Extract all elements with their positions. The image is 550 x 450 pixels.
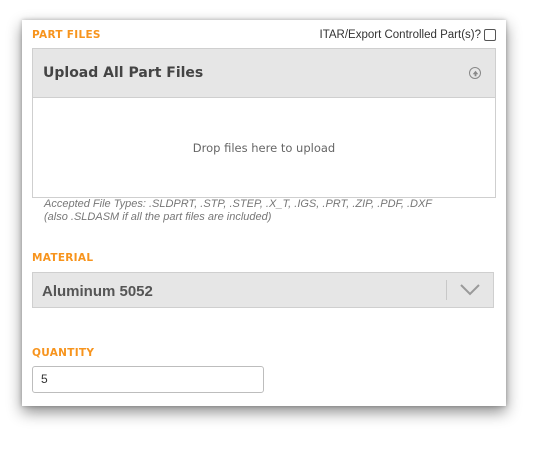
file-dropzone[interactable]: Drop files here to upload: [33, 98, 495, 197]
accepted-file-types: Accepted File Types: .SLDPRT, .STP, .STE…: [44, 198, 484, 224]
quantity-label: QUANTITY: [32, 347, 95, 359]
dropzone-text: Drop files here to upload: [192, 140, 336, 155]
material-select[interactable]: Aluminum 5052: [32, 272, 494, 308]
quote-form-card: PART FILES ITAR/Export Controlled Part(s…: [22, 20, 506, 406]
quantity-input[interactable]: 5: [32, 366, 264, 393]
select-divider: [446, 280, 447, 300]
upload-header[interactable]: Upload All Part Files: [33, 49, 495, 98]
material-label: MATERIAL: [32, 252, 94, 264]
accepted-types-line-1: Accepted File Types: .SLDPRT, .STP, .STE…: [44, 198, 433, 210]
upload-title: Upload All Part Files: [43, 65, 204, 81]
chevron-down-icon[interactable]: [459, 283, 481, 297]
part-files-label: PART FILES: [32, 29, 101, 41]
accepted-types-line-2: (also .SLDASM if all the part files are …: [44, 211, 272, 223]
itar-label-text: ITAR/Export Controlled Part(s)?: [319, 29, 481, 41]
itar-checkbox[interactable]: [484, 29, 496, 41]
upload-circle-icon[interactable]: [469, 67, 481, 79]
upload-panel: Upload All Part Files Drop files here to…: [32, 48, 496, 198]
material-selected-value: Aluminum 5052: [42, 283, 153, 300]
itar-checkbox-label[interactable]: ITAR/Export Controlled Part(s)?: [320, 29, 496, 41]
